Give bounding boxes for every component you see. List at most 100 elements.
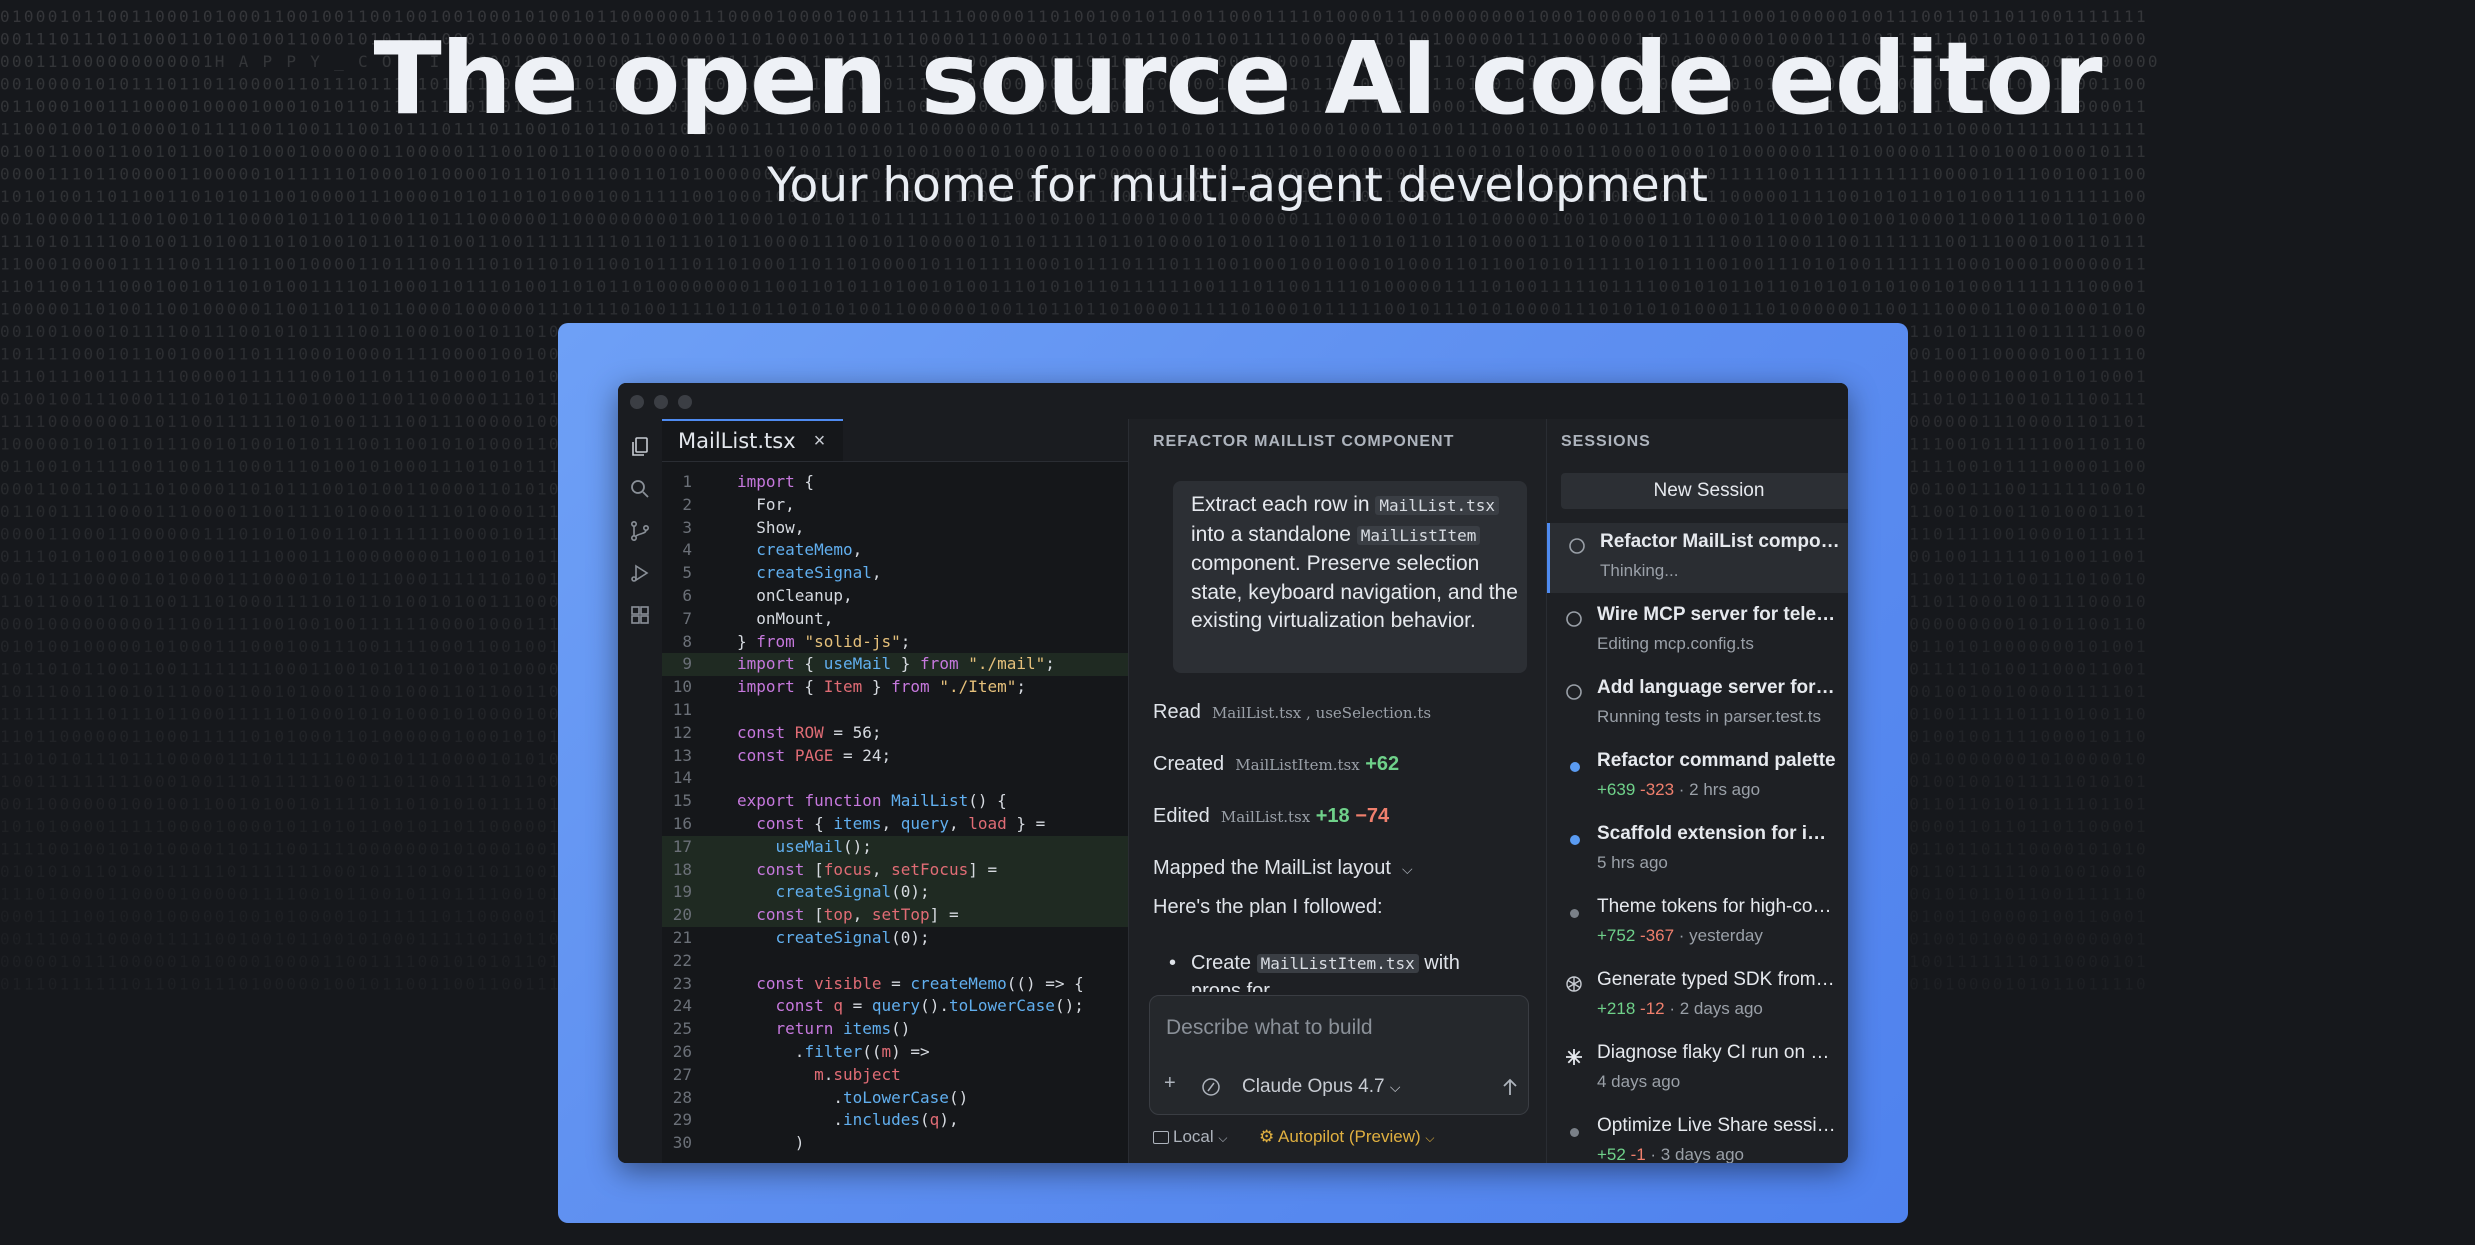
code-line[interactable]: 27 m.subject — [662, 1064, 1128, 1087]
code-text: ) — [737, 1133, 805, 1153]
code-line[interactable]: 28 .toLowerCase() — [662, 1087, 1128, 1110]
code-line[interactable]: 14 — [662, 767, 1128, 790]
autopilot-select[interactable]: ⚙ Autopilot (Preview) ⌵ — [1259, 1127, 1435, 1146]
claude-icon — [1566, 1049, 1582, 1065]
code-line[interactable]: 4 createMemo, — [662, 539, 1128, 562]
session-title: Optimize Live Share session — [1597, 1115, 1837, 1136]
session-item[interactable]: Scaffold extension for inline 5 hrs ago — [1547, 815, 1848, 885]
mapped-layout-row[interactable]: Mapped the MailList layout ⌵ — [1153, 857, 1413, 880]
code-line[interactable]: 17 useMail(); — [662, 835, 1128, 859]
session-title: Add language server for parser — [1597, 677, 1837, 698]
code-line[interactable]: 25 return items() — [662, 1018, 1128, 1041]
session-meta: +52 -1 · 3 days ago — [1597, 1145, 1744, 1163]
session-item[interactable]: Optimize Live Share session +52 -1 · 3 d… — [1547, 1107, 1848, 1163]
chat-input-box[interactable]: Describe what to build + Claude Opus 4.7… — [1149, 995, 1529, 1115]
code-text: For, — [737, 494, 795, 514]
code-line[interactable]: 20 const [top, setTop] = — [662, 904, 1128, 927]
code-line[interactable]: 21 createSignal(0); — [662, 927, 1128, 950]
code-text: const q = query().toLowerCase(); — [775, 996, 1084, 1016]
window-minimize-dot[interactable] — [654, 395, 668, 409]
created-file-row[interactable]: Created MailListItem.tsx +62 — [1153, 753, 1399, 776]
line-number: 15 — [672, 791, 692, 811]
line-number: 23 — [672, 973, 692, 993]
code-text: const PAGE = 24; — [737, 745, 892, 765]
session-status: Thinking... — [1600, 561, 1679, 580]
close-tab-icon[interactable]: × — [814, 430, 826, 453]
code-line[interactable]: 24 const q = query().toLowerCase(); — [662, 995, 1128, 1018]
search-icon[interactable] — [628, 477, 652, 501]
binary-row: 1110101111001001101001101010010110110100… — [0, 232, 2148, 251]
window-maximize-dot[interactable] — [678, 395, 692, 409]
model-select[interactable]: Claude Opus 4.7 ⌵ — [1242, 1076, 1401, 1098]
code-line[interactable]: 7 onMount, — [662, 608, 1128, 631]
line-number: 30 — [672, 1133, 692, 1153]
session-dot-icon — [1570, 909, 1579, 918]
session-item[interactable]: Wire MCP server for telemetry Editing mc… — [1547, 596, 1848, 666]
code-text: .filter((m) => — [737, 1041, 930, 1061]
extensions-icon[interactable] — [628, 603, 652, 627]
code-line[interactable]: 29 .includes(q), — [662, 1109, 1128, 1132]
plan-text: Here's the plan I followed: — [1153, 896, 1383, 918]
tab-maillist[interactable]: MailList.tsx × — [662, 419, 844, 461]
explorer-icon[interactable] — [628, 435, 652, 459]
code-line[interactable]: 13 const PAGE = 24; — [662, 745, 1128, 768]
binary-row: 1100010000111110011101100100001101110011… — [0, 255, 2148, 274]
code-line[interactable]: 18 const [focus, setFocus] = — [662, 858, 1128, 882]
chevron-down-icon: ⌵ — [1402, 861, 1413, 877]
code-text: import { Item } from "./Item"; — [737, 677, 1027, 697]
chat-footer: Local ⌵ ⚙ Autopilot (Preview) ⌵ — [1153, 1127, 1435, 1147]
session-title: Generate typed SDK from OpenAPI — [1597, 969, 1837, 990]
line-number: 1 — [682, 472, 692, 491]
code-line[interactable]: 3 Show, — [662, 517, 1128, 540]
session-item[interactable]: Add language server for parser Running t… — [1547, 669, 1848, 739]
session-progress-icon — [1566, 684, 1582, 700]
window-close-dot[interactable] — [630, 395, 644, 409]
session-title: Wire MCP server for telemetry — [1597, 604, 1837, 625]
session-item[interactable]: Refactor command palette +639 -323 · 2 h… — [1547, 742, 1848, 812]
session-item[interactable]: Theme tokens for high-contrast +752 -367… — [1547, 888, 1848, 958]
monitor-icon — [1153, 1131, 1169, 1145]
code-text: import { useMail } from "./mail"; — [737, 654, 1055, 674]
session-item[interactable]: Refactor MailList component Thinking... — [1547, 523, 1848, 593]
code-line[interactable]: 23 const visible = createMemo(() => { — [662, 973, 1128, 996]
code-line[interactable]: 16 const { items, query, load } = — [662, 813, 1128, 836]
user-message-text: Extract each row in MailList.tsx into a … — [1191, 493, 1518, 632]
session-progress-icon — [1569, 538, 1585, 554]
read-files-row[interactable]: Read MailList.tsx , useSelection.ts — [1153, 701, 1431, 724]
chat-input-placeholder[interactable]: Describe what to build — [1166, 1016, 1373, 1040]
source-control-icon[interactable] — [628, 519, 652, 543]
session-item[interactable]: Diagnose flaky CI run on main 4 days ago — [1547, 1034, 1848, 1104]
code-line[interactable]: 15 export function MailList() { — [662, 790, 1128, 813]
line-number: 11 — [672, 699, 692, 719]
session-item[interactable]: Generate typed SDK from OpenAPI +218 -12… — [1547, 961, 1848, 1031]
new-session-button[interactable]: New Session — [1561, 473, 1848, 509]
line-number: 24 — [672, 996, 692, 1016]
code-line[interactable]: 10 import { Item } from "./Item"; — [662, 676, 1128, 699]
send-icon[interactable] — [1500, 1076, 1520, 1098]
code-line[interactable]: 6 onCleanup, — [662, 585, 1128, 608]
code-text: onCleanup, — [737, 585, 853, 605]
code-line[interactable]: 11 — [662, 699, 1128, 722]
code-line[interactable]: 12 const ROW = 56; — [662, 722, 1128, 745]
code-line[interactable]: 30 ) — [662, 1132, 1128, 1155]
session-meta: +639 -323 · 2 hrs ago — [1597, 780, 1761, 799]
code-line[interactable]: 9 import { useMail } from "./mail"; — [662, 653, 1128, 677]
session-status: Editing mcp.config.ts — [1597, 634, 1754, 653]
code-line[interactable]: 5 createSignal, — [662, 562, 1128, 585]
add-context-icon[interactable]: + — [1164, 1072, 1176, 1095]
code-line[interactable]: 2 For, — [662, 494, 1128, 517]
code-line[interactable]: 19 createSignal(0); — [662, 881, 1128, 905]
location-select[interactable]: Local ⌵ — [1153, 1127, 1227, 1146]
code-line[interactable]: 22 — [662, 950, 1128, 973]
code-line[interactable]: 26 .filter((m) => — [662, 1041, 1128, 1064]
run-debug-icon[interactable] — [628, 561, 652, 585]
line-number: 16 — [672, 813, 692, 833]
chat-header: REFACTOR MAILLIST COMPONENT — [1153, 433, 1455, 450]
edited-file-row[interactable]: Edited MailList.tsx +18 −74 — [1153, 805, 1389, 828]
line-number: 9 — [682, 654, 692, 674]
code-area[interactable]: 1 import {2 For, 3 Show, 4 createMemo, 5 cre… — [662, 471, 1128, 1155]
line-number: 28 — [672, 1087, 692, 1107]
code-line[interactable]: 8} from "solid-js"; — [662, 631, 1128, 654]
editor-tabs: MailList.tsx × — [662, 419, 1128, 462]
code-line[interactable]: 1 import { — [662, 471, 1128, 494]
